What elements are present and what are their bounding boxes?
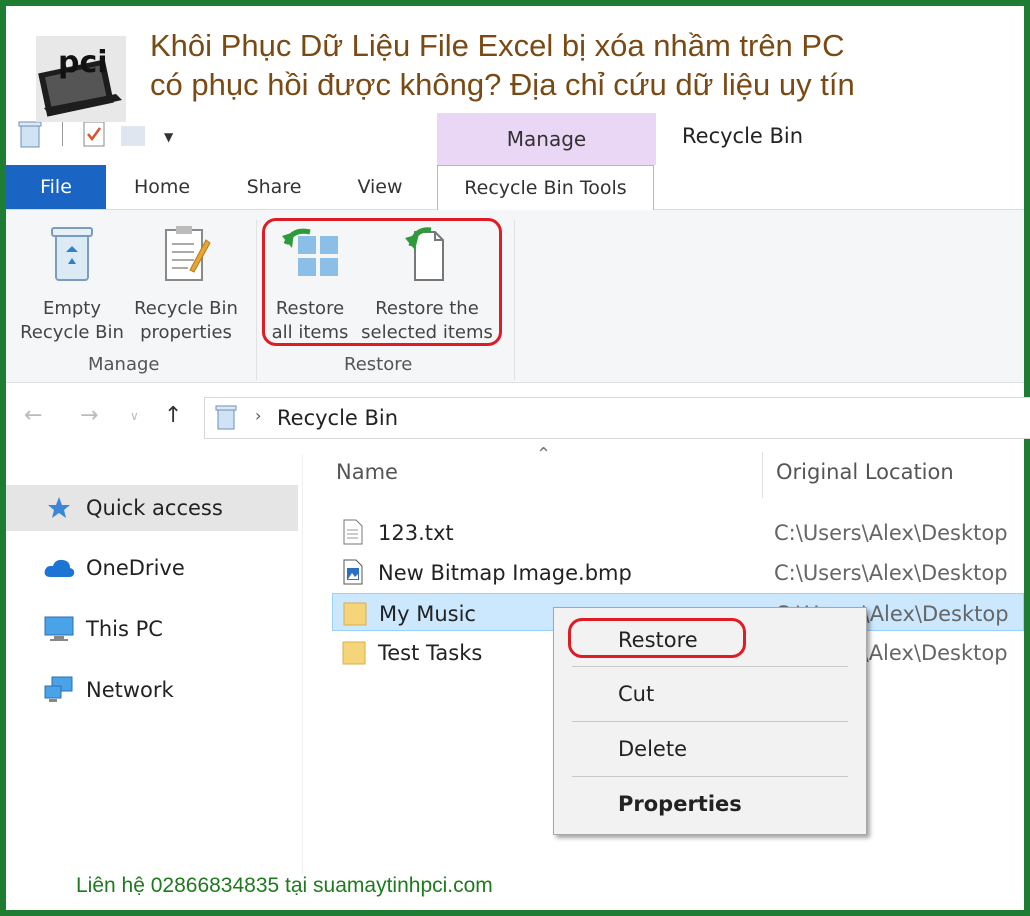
menu-separator	[572, 721, 848, 722]
new-folder-icon[interactable]	[120, 122, 146, 152]
sidebar-item-label: Quick access	[86, 496, 223, 520]
group-label-restore: Restore	[344, 354, 413, 375]
folder-icon	[342, 639, 366, 670]
file-location: C:\Users\Alex\Desktop	[774, 561, 1008, 585]
address-box[interactable]: › Recycle Bin	[204, 397, 1030, 439]
empty-recycle-bin-label: Empty Recycle Bin	[20, 298, 124, 343]
file-name: My Music	[379, 602, 476, 626]
ribbon-group-divider	[514, 220, 515, 380]
navigation-bar: ← → ∨ ↑ › Recycle Bin	[6, 395, 1030, 441]
tab-share[interactable]: Share	[230, 165, 318, 209]
recycle-bin-location-icon	[215, 404, 237, 434]
file-name: 123.txt	[378, 521, 454, 545]
sort-ascending-icon: ⌃	[536, 444, 552, 465]
file-name: New Bitmap Image.bmp	[378, 561, 632, 585]
navigation-pane: Quick access OneDrive This PC Network	[6, 455, 303, 875]
tab-view[interactable]: View	[342, 165, 418, 209]
star-icon	[42, 495, 76, 521]
file-row[interactable]: 123.txt C:\Users\Alex\Desktop	[332, 513, 1024, 551]
network-icon	[42, 676, 76, 704]
file-location: C:\Users\Alex\Desktop	[774, 521, 1008, 545]
contact-footer: Liên hệ 02866834835 tại suamaytinhpci.co…	[76, 874, 493, 897]
sidebar-item-onedrive[interactable]: OneDrive	[6, 545, 298, 591]
monitor-icon	[42, 616, 76, 642]
recent-locations-chevron-icon[interactable]: ∨	[130, 409, 139, 423]
bitmap-file-icon	[342, 559, 364, 590]
qat-dropdown-icon[interactable]: ▼	[164, 130, 173, 144]
file-row[interactable]: New Bitmap Image.bmp C:\Users\Alex\Deskt…	[332, 553, 1024, 591]
column-divider[interactable]	[762, 452, 763, 498]
properties-clipboard-icon	[130, 224, 242, 291]
restore-buttons-highlight	[262, 218, 502, 346]
properties-check-icon[interactable]	[82, 120, 106, 152]
pci-logo: pci	[36, 36, 126, 122]
qat-divider	[62, 122, 63, 146]
empty-recycle-bin-button[interactable]: Empty Recycle Bin	[12, 224, 132, 345]
sidebar-item-label: This PC	[86, 617, 163, 641]
sidebar-item-quick-access[interactable]: Quick access	[6, 485, 298, 531]
folder-icon	[343, 600, 367, 631]
menu-item-cut[interactable]: Cut	[618, 682, 654, 706]
window-title: Recycle Bin	[682, 124, 804, 148]
recycle-bin-small-icon[interactable]	[18, 120, 42, 152]
forward-arrow-icon[interactable]: →	[80, 403, 98, 428]
sidebar-item-network[interactable]: Network	[6, 667, 298, 713]
recycle-bin-properties-button[interactable]: Recycle Bin properties	[130, 224, 242, 345]
logo-text: pci	[58, 45, 108, 80]
tab-file[interactable]: File	[6, 165, 106, 209]
menu-item-properties[interactable]: Properties	[618, 792, 742, 816]
cloud-icon	[42, 557, 76, 579]
empty-recycle-bin-icon	[12, 224, 132, 291]
text-file-icon	[342, 519, 364, 550]
column-header-original-location[interactable]: Original Location	[776, 460, 954, 484]
column-header-name[interactable]: Name	[336, 460, 398, 484]
breadcrumb-recycle-bin[interactable]: Recycle Bin	[277, 406, 398, 430]
sidebar-item-this-pc[interactable]: This PC	[6, 606, 298, 652]
sidebar-item-label: Network	[86, 678, 174, 702]
sidebar-item-label: OneDrive	[86, 556, 185, 580]
ribbon-group-divider	[256, 220, 257, 380]
ribbon-panel: Empty Recycle Bin Recycle Bin properties…	[6, 210, 1024, 383]
up-arrow-icon[interactable]: ↑	[164, 403, 182, 428]
contextual-tab-manage[interactable]: Manage	[437, 113, 656, 165]
recycle-bin-properties-label: Recycle Bin properties	[134, 298, 238, 343]
back-arrow-icon[interactable]: ←	[24, 403, 42, 428]
breadcrumb-chevron-icon: ›	[255, 406, 262, 425]
tab-home[interactable]: Home	[118, 165, 206, 209]
menu-separator	[572, 666, 848, 667]
menu-item-delete[interactable]: Delete	[618, 737, 687, 761]
restore-menu-highlight	[568, 618, 746, 658]
tab-recycle-bin-tools[interactable]: Recycle Bin Tools	[437, 165, 654, 210]
file-name: Test Tasks	[378, 641, 483, 665]
menu-separator	[572, 776, 848, 777]
group-label-manage: Manage	[88, 354, 160, 375]
ribbon-tabs: File Home Share View Recycle Bin Tools	[6, 165, 1024, 210]
article-title: Khôi Phục Dữ Liệu File Excel bị xóa nhầm…	[150, 28, 855, 102]
